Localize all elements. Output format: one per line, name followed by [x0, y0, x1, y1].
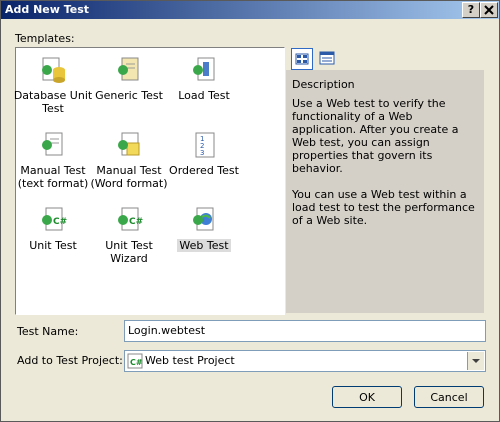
- web-test-icon: [193, 207, 214, 231]
- add-new-test-dialog: Add New Test ? Templates: Database Unit …: [0, 0, 500, 422]
- description-panel: Description Use a Web test to verify the…: [286, 70, 484, 313]
- close-icon: [484, 5, 494, 15]
- template-database-unit-test[interactable]: Database Unit Test: [11, 54, 95, 115]
- templates-list[interactable]: Database Unit Test Generic Test Load Test: [14, 47, 285, 315]
- template-label: Manual Test (text format): [17, 164, 89, 190]
- template-unit-test[interactable]: C# Unit Test: [11, 204, 95, 252]
- list-view-button[interactable]: [317, 48, 337, 68]
- svg-text:C#: C#: [53, 217, 67, 227]
- template-generic-test[interactable]: Generic Test: [87, 54, 171, 102]
- test-name-input[interactable]: Login.webtest: [124, 320, 486, 342]
- description-title: Description: [292, 78, 355, 91]
- template-manual-test-word[interactable]: Manual Test (Word format): [87, 129, 171, 190]
- template-ordered-test[interactable]: 1 2 3 Ordered Test: [162, 129, 246, 177]
- template-label: Ordered Test: [169, 164, 239, 177]
- template-label: Unit Test: [29, 239, 77, 252]
- svg-text:3: 3: [200, 149, 204, 157]
- cancel-button[interactable]: Cancel: [414, 386, 484, 408]
- dropdown-button[interactable]: [467, 352, 484, 370]
- description-text: Use a Web test to verify the functionali…: [292, 97, 475, 227]
- unit-test-wizard-icon: C#: [118, 207, 143, 231]
- large-icons-view-icon: [295, 53, 309, 65]
- help-button[interactable]: ?: [462, 2, 480, 18]
- test-project-select[interactable]: C# Web test Project: [124, 350, 486, 372]
- manual-test-word-icon: [118, 132, 140, 156]
- test-name-label: Test Name:: [17, 325, 79, 338]
- template-label: Load Test: [178, 89, 230, 102]
- svg-text:C#: C#: [130, 358, 143, 367]
- template-label: Manual Test (Word format): [90, 164, 168, 190]
- template-label: Database Unit Test: [13, 89, 93, 115]
- template-label: Unit Test Wizard: [105, 239, 153, 265]
- template-label: Generic Test: [95, 89, 163, 102]
- title-bar: Add New Test ?: [1, 1, 499, 19]
- load-test-icon: [193, 57, 215, 81]
- unit-test-icon: C#: [42, 207, 67, 231]
- manual-test-text-icon: [42, 132, 63, 156]
- database-unit-test-icon: [42, 57, 65, 83]
- template-manual-test-text[interactable]: Manual Test (text format): [11, 129, 95, 190]
- csharp-project-icon: C#: [127, 353, 143, 369]
- template-label: Web Test: [177, 239, 231, 252]
- template-load-test[interactable]: Load Test: [162, 54, 246, 102]
- ok-button[interactable]: OK: [332, 386, 402, 408]
- templates-label: Templates:: [15, 32, 75, 45]
- template-unit-test-wizard[interactable]: C# Unit Test Wizard: [87, 204, 171, 265]
- add-to-project-label: Add to Test Project:: [17, 354, 123, 367]
- chevron-down-icon: [472, 359, 480, 363]
- window-title: Add New Test: [5, 3, 90, 16]
- large-icons-view-button[interactable]: [291, 48, 313, 70]
- ordered-test-icon: 1 2 3: [195, 132, 215, 158]
- template-web-test[interactable]: Web Test: [162, 204, 246, 252]
- close-button[interactable]: [480, 2, 498, 18]
- list-view-icon: [319, 51, 335, 65]
- generic-test-icon: [118, 57, 139, 81]
- svg-text:C#: C#: [129, 217, 143, 227]
